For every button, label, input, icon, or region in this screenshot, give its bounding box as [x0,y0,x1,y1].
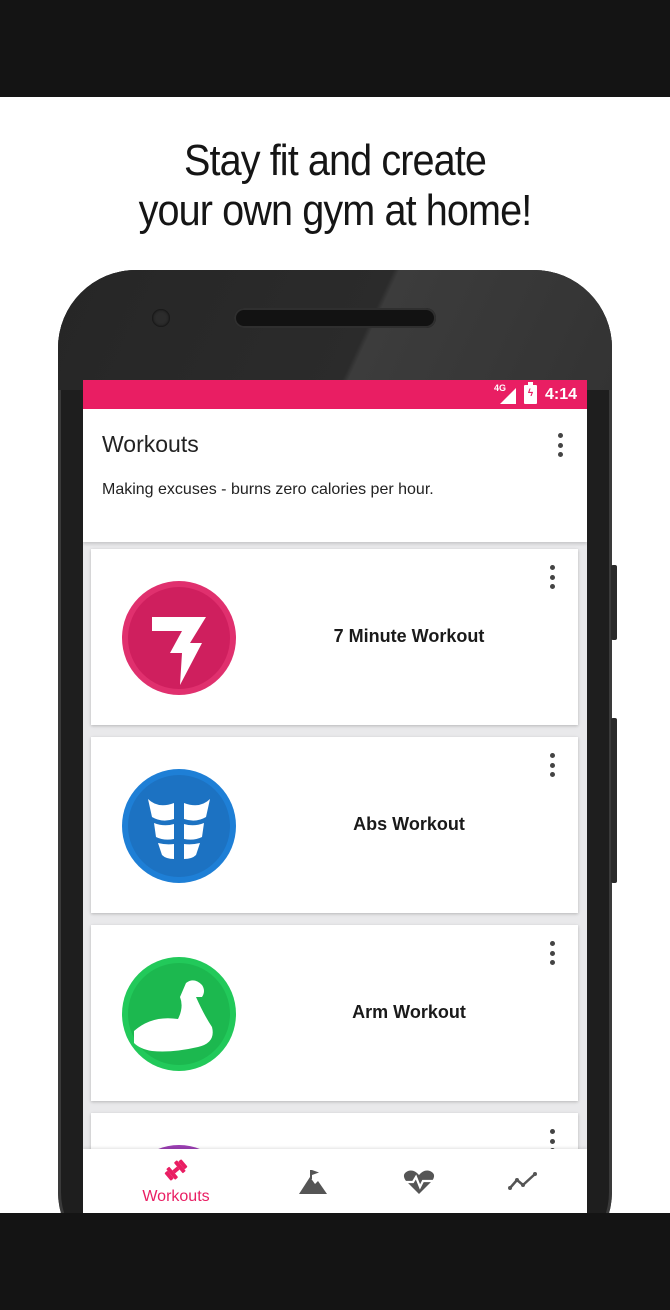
bottom-black-bar [0,1213,670,1310]
status-time: 4:14 [544,385,577,403]
app-screen: 4G ϟ 4:14 Workouts Making excuses - burn… [83,380,587,1213]
phone-power-button [611,718,617,883]
workout-title: 7 Minute Workout [333,626,485,646]
page-title: Workouts [102,431,199,457]
app-header: Workouts Making excuses - burns zero cal… [83,409,587,542]
battery-icon: ϟ [523,382,537,404]
flexed-arm-icon [122,957,236,1071]
more-vert-icon[interactable] [545,753,559,777]
workout-card-7-minute[interactable]: 7 Minute Workout [91,549,578,725]
lightning-bolt-icon [122,581,236,695]
abs-icon [122,769,236,883]
workout-title: Abs Workout [353,814,465,834]
nav-label-workouts: Workouts [142,1188,210,1205]
more-vert-icon[interactable] [545,941,559,965]
phone-top-bezel [58,270,612,390]
mountain-flag-icon [298,1169,328,1200]
bottom-navigation: Workouts [83,1149,587,1213]
nav-item-progress[interactable] [493,1149,553,1213]
motivational-subtitle: Making excuses - burns zero calories per… [102,481,434,498]
heart-rate-icon [403,1169,435,1200]
nav-item-health[interactable] [388,1149,448,1213]
promo-headline: Stay fit and create your own gym at home… [34,136,637,236]
workout-card-abs[interactable]: Abs Workout [91,737,578,913]
phone-volume-button [611,565,617,640]
workout-title: Arm Workout [352,1002,466,1022]
nav-item-goals[interactable] [283,1149,343,1213]
network-type: 4G [493,382,506,393]
top-black-bar [0,0,670,97]
trend-line-icon [508,1171,538,1196]
signal-icon: 4G [493,382,516,404]
more-vert-icon[interactable] [545,565,559,589]
front-camera [152,309,170,327]
headline-line-2: your own gym at home! [138,186,533,235]
status-bar: 4G ϟ 4:14 [83,380,587,409]
dumbbell-icon [163,1157,189,1188]
earpiece-speaker [234,308,436,328]
more-vert-icon[interactable] [553,433,567,457]
headline-line-1: Stay fit and create [183,136,487,185]
nav-item-workouts[interactable]: Workouts [123,1149,229,1213]
workout-card-arm[interactable]: Arm Workout [91,925,578,1101]
